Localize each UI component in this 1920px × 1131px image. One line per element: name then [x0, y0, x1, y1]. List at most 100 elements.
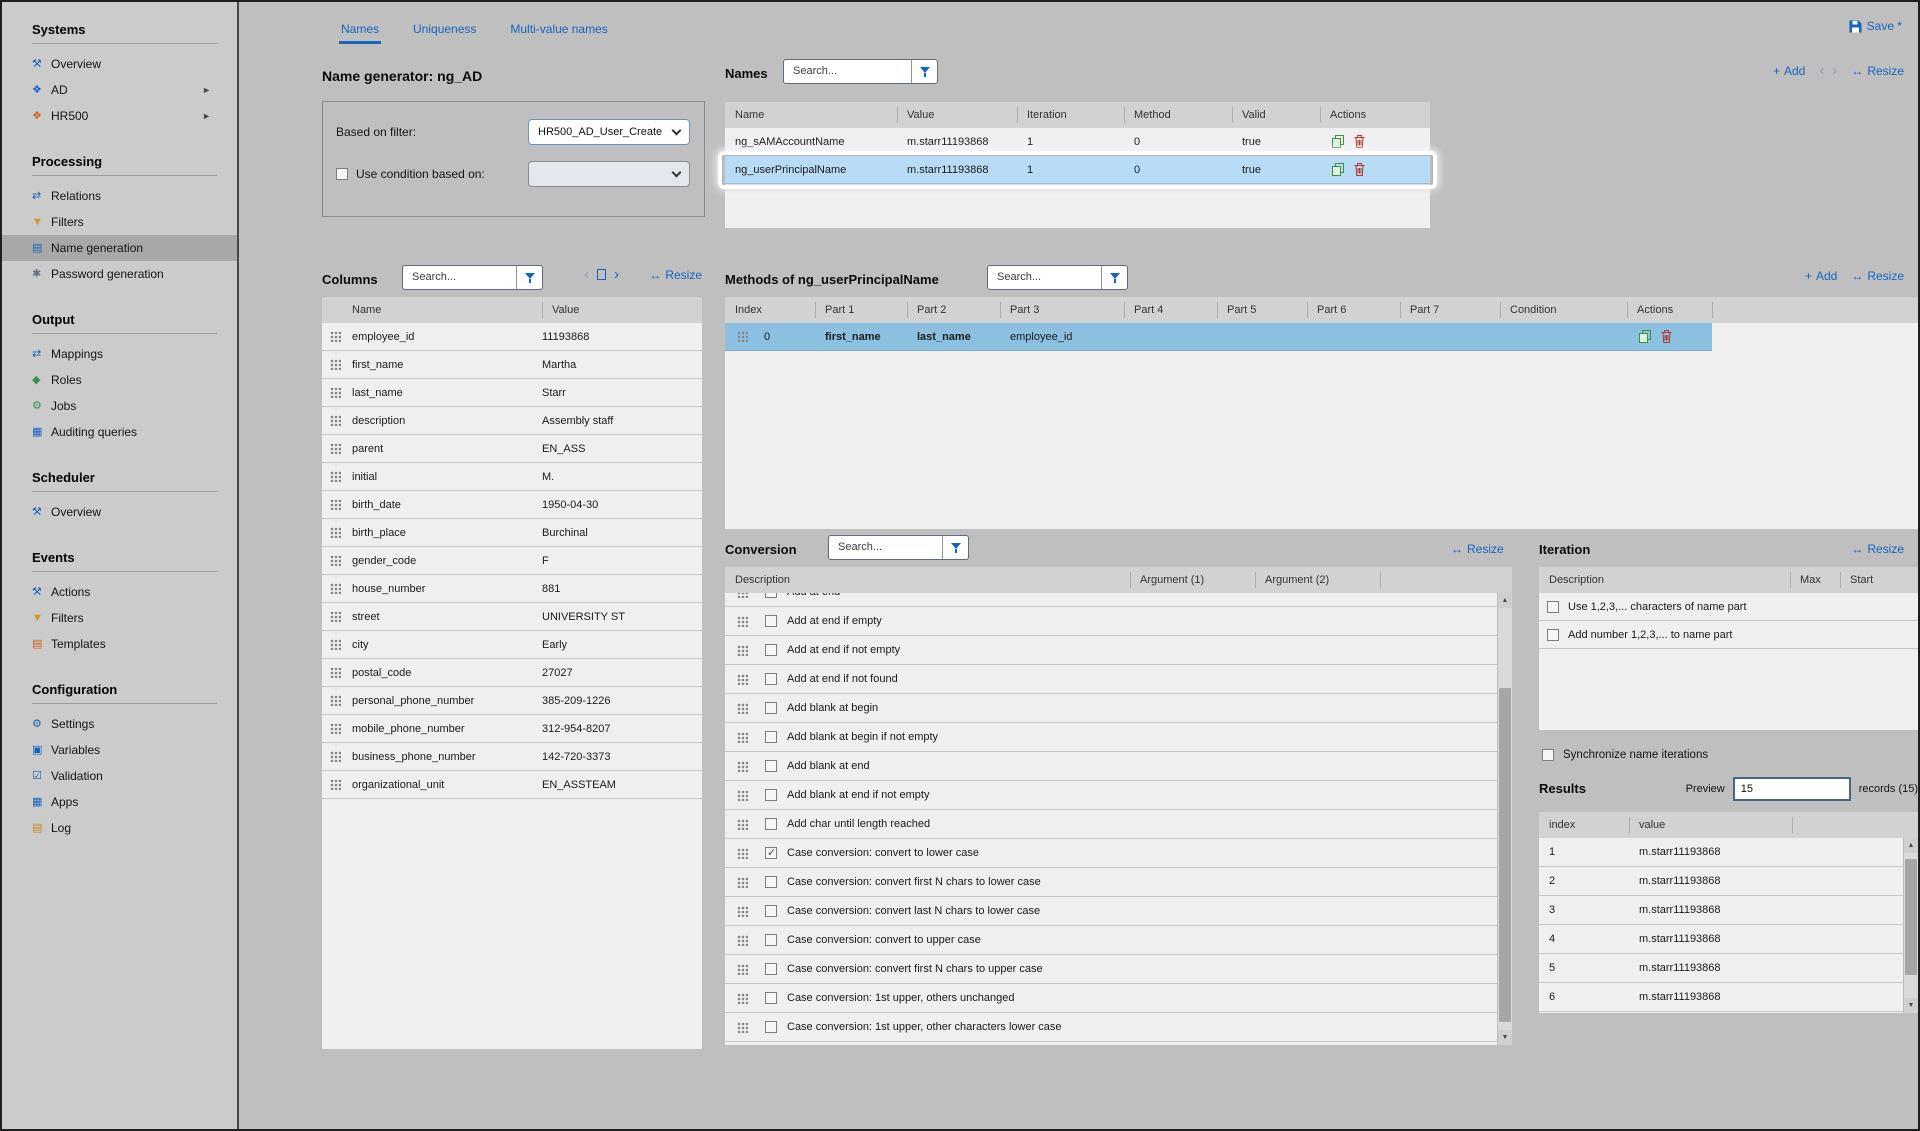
drag-handle-icon[interactable] — [729, 732, 755, 743]
table-row[interactable]: business_phone_number 142-720-3373 — [322, 743, 702, 771]
copy-button[interactable] — [1332, 163, 1345, 176]
conversion-checkbox[interactable] — [765, 615, 777, 627]
table-row[interactable]: ng_userPrincipalName m.starr11193868 1 0… — [725, 156, 1430, 184]
conversion-checkbox[interactable] — [765, 789, 777, 801]
drag-handle-icon[interactable] — [729, 703, 755, 714]
drag-handle-icon[interactable] — [322, 555, 348, 566]
condition-select[interactable] — [528, 161, 690, 187]
table-row[interactable]: Add blank at end — [725, 752, 1497, 781]
table-row[interactable]: Case conversion: convert first N chars t… — [725, 955, 1497, 984]
table-row[interactable]: Case conversion: convert to upper case — [725, 926, 1497, 955]
search-filter-button[interactable] — [911, 60, 937, 83]
drag-handle-icon[interactable] — [322, 499, 348, 510]
sidebar-item[interactable]: ▤ Log ► — [2, 815, 237, 841]
conversion-checkbox[interactable] — [765, 702, 777, 714]
vertical-scrollbar[interactable]: ▲ ▼ — [1903, 838, 1918, 1013]
conversion-checkbox[interactable] — [765, 963, 777, 975]
sidebar-item[interactable]: ⚒ Overview ► — [2, 499, 237, 525]
table-row[interactable]: employee_id 11193868 — [322, 323, 702, 351]
next-page-button[interactable]: › — [614, 267, 619, 282]
search-filter-button[interactable] — [1101, 266, 1127, 289]
sidebar-item[interactable]: ▦ Auditing queries ► — [2, 419, 237, 445]
drag-handle-icon[interactable] — [322, 751, 348, 762]
table-row[interactable]: mobile_phone_number 312-954-8207 — [322, 715, 702, 743]
table-row[interactable]: city Early — [322, 631, 702, 659]
names-search-input[interactable]: Search... — [783, 59, 938, 84]
drag-handle-icon[interactable] — [322, 415, 348, 426]
table-row[interactable]: initial M. — [322, 463, 702, 491]
scrollbar-thumb[interactable] — [1905, 859, 1917, 975]
conversion-checkbox[interactable] — [765, 992, 777, 1004]
drag-handle-icon[interactable] — [729, 877, 755, 888]
drag-handle-icon[interactable] — [322, 639, 348, 650]
drag-handle-icon[interactable] — [322, 723, 348, 734]
table-row[interactable]: Add at end if not empty — [725, 636, 1497, 665]
prev-page-button[interactable]: ‹ — [1819, 63, 1824, 78]
conversion-checkbox[interactable] — [765, 905, 777, 917]
table-row[interactable]: Add at end if empty — [725, 607, 1497, 636]
table-row[interactable]: Case conversion: convert last N chars to… — [725, 897, 1497, 926]
table-row[interactable]: Case conversion: convert to lower case — [725, 839, 1497, 868]
scroll-down-button[interactable]: ▼ — [1904, 998, 1918, 1013]
search-filter-button[interactable] — [516, 266, 542, 289]
table-row[interactable]: street UNIVERSITY ST — [322, 603, 702, 631]
conversion-checkbox[interactable] — [765, 593, 777, 598]
table-row[interactable]: Use 1,2,3,... characters of name part — [1539, 593, 1918, 621]
table-row[interactable]: last_name Starr — [322, 379, 702, 407]
scroll-up-button[interactable]: ▲ — [1498, 593, 1512, 608]
drag-handle-icon[interactable] — [729, 331, 755, 342]
drag-handle-icon[interactable] — [729, 593, 755, 598]
table-row[interactable]: Case conversion: 1st upper, other charac… — [725, 1013, 1497, 1042]
copy-button[interactable] — [1639, 330, 1652, 343]
table-row[interactable]: 3 m.starr11193868 — [1539, 896, 1918, 925]
iteration-checkbox[interactable] — [1547, 601, 1559, 613]
drag-handle-icon[interactable] — [729, 964, 755, 975]
sidebar-item[interactable]: ▤ Name generation ► — [2, 235, 237, 261]
table-row[interactable]: Case conversion: 1st upper, others uncha… — [725, 984, 1497, 1013]
table-row[interactable]: Case conversion: convert first N chars t… — [725, 868, 1497, 897]
sidebar-item[interactable]: ⚒ Overview ► — [2, 51, 237, 77]
drag-handle-icon[interactable] — [729, 906, 755, 917]
sidebar-item[interactable]: ☑ Validation ► — [2, 763, 237, 789]
synchronize-checkbox[interactable] — [1542, 749, 1554, 761]
conversion-resize-button[interactable]: ↔ Resize — [1451, 542, 1504, 556]
drag-handle-icon[interactable] — [729, 848, 755, 859]
table-row[interactable]: postal_code 27027 — [322, 659, 702, 687]
page-box-icon[interactable] — [597, 269, 606, 280]
vertical-scrollbar[interactable]: ▲ ▼ — [1497, 593, 1512, 1045]
table-row[interactable]: first_name Martha — [322, 351, 702, 379]
names-add-button[interactable]: + Add — [1773, 64, 1805, 78]
tab[interactable]: Multi-value names — [508, 14, 609, 44]
drag-handle-icon[interactable] — [729, 993, 755, 1004]
columns-resize-button[interactable]: ↔ Resize — [649, 268, 702, 282]
scroll-up-button[interactable]: ▲ — [1904, 838, 1918, 853]
table-row[interactable]: parent EN_ASS — [322, 435, 702, 463]
conversion-checkbox[interactable] — [765, 818, 777, 830]
table-row[interactable]: Add at end — [725, 593, 1497, 607]
tab[interactable]: Names — [339, 14, 381, 44]
table-row[interactable]: birth_place Burchinal — [322, 519, 702, 547]
sidebar-item[interactable]: ⚙ Jobs ► — [2, 393, 237, 419]
delete-button[interactable] — [1354, 135, 1365, 148]
drag-handle-icon[interactable] — [729, 790, 755, 801]
conversion-checkbox[interactable] — [765, 673, 777, 685]
table-row[interactable]: birth_date 1950-04-30 — [322, 491, 702, 519]
sidebar-item[interactable]: ✱ Password generation ► — [2, 261, 237, 287]
table-row[interactable]: 4 m.starr11193868 — [1539, 925, 1918, 954]
table-row[interactable]: personal_phone_number 385-209-1226 — [322, 687, 702, 715]
conversion-checkbox[interactable] — [765, 847, 777, 859]
sidebar-item[interactable]: ⚙ Settings ► — [2, 711, 237, 737]
table-row[interactable]: 5 m.starr11193868 — [1539, 954, 1918, 983]
sidebar-item[interactable]: ▤ Templates ► — [2, 631, 237, 657]
sidebar-item[interactable]: ▦ Apps ► — [2, 789, 237, 815]
sidebar-item[interactable]: ⚒ Actions ► — [2, 579, 237, 605]
table-row[interactable]: Add char until length reached — [725, 810, 1497, 839]
delete-button[interactable] — [1661, 330, 1672, 343]
drag-handle-icon[interactable] — [322, 695, 348, 706]
drag-handle-icon[interactable] — [322, 583, 348, 594]
sidebar-item[interactable]: ▣ Variables ► — [2, 737, 237, 763]
drag-handle-icon[interactable] — [729, 616, 755, 627]
sidebar-item[interactable]: ⇄ Relations ► — [2, 183, 237, 209]
sidebar-item[interactable]: ▼ Filters ► — [2, 209, 237, 235]
save-button[interactable]: Save * — [1849, 19, 1902, 33]
